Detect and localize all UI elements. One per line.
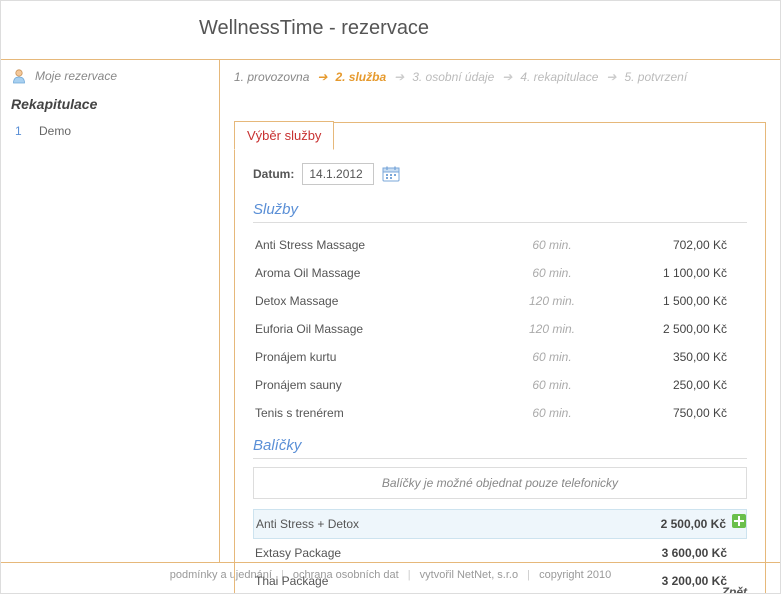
package-row[interactable]: Thai Package 3 200,00 Kč [253,567,747,594]
service-row[interactable]: Aroma Oil Massage60 min.1 100,00 Kč [253,259,747,287]
services-heading: Služby [253,201,747,223]
service-duration: 120 min. [487,319,617,339]
sidebar-recap-list: 1 Demo [1,118,219,140]
breadcrumb-step-2[interactable]: 2. služba [335,70,386,84]
service-row[interactable]: Tenis s trenérem60 min.750,00 Kč [253,399,747,427]
service-row[interactable]: Detox Massage120 min.1 500,00 Kč [253,287,747,315]
sidebar-recap-heading: Rekapitulace [1,92,219,118]
content-area: Moje rezervace Rekapitulace 1 Demo 1. pr… [1,59,780,563]
sidebar-recap-item[interactable]: 1 Demo [15,122,209,140]
main-panel: 1. provozovna ➔ 2. služba ➔ 3. osobní úd… [220,60,780,562]
chevron-right-icon: ➔ [317,70,327,84]
service-row[interactable]: Anti Stress Massage60 min.702,00 Kč [253,231,747,259]
services-table: Anti Stress Massage60 min.702,00 KčAroma… [253,231,747,427]
service-name: Detox Massage [255,291,487,311]
service-price: 2 500,00 Kč [617,319,727,339]
service-price: 350,00 Kč [617,347,727,367]
service-duration: 120 min. [487,291,617,311]
package-price: 3 600,00 Kč [617,543,727,563]
sidebar-recap-label: Demo [39,122,71,140]
package-price: 2 500,00 Kč [616,514,726,534]
chevron-right-icon: ➔ [606,70,616,84]
service-name: Pronájem sauny [255,375,487,395]
service-name: Anti Stress Massage [255,235,487,255]
back-button[interactable]: Zpět [722,585,747,594]
service-name: Aroma Oil Massage [255,263,487,283]
add-icon[interactable] [732,514,746,528]
service-price: 750,00 Kč [617,403,727,423]
date-row: Datum: [253,163,747,185]
service-duration: 60 min. [487,347,617,367]
service-duration: 60 min. [487,403,617,423]
service-duration: 60 min. [487,235,617,255]
titlebar: WellnessTime - rezervace [1,1,780,59]
service-row[interactable]: Euforia Oil Massage120 min.2 500,00 Kč [253,315,747,343]
service-row[interactable]: Pronájem kurtu60 min.350,00 Kč [253,343,747,371]
my-reservations-label: Moje rezervace [35,69,117,83]
breadcrumb-step-5: 5. potvrzení [624,70,687,84]
service-price: 250,00 Kč [617,375,727,395]
breadcrumb-step-3: 3. osobní údaje [412,70,494,84]
chevron-right-icon: ➔ [502,70,512,84]
page-title: WellnessTime - rezervace [199,17,780,40]
service-price: 702,00 Kč [617,235,727,255]
service-price: 1 100,00 Kč [617,263,727,283]
breadcrumb-step-1[interactable]: 1. provozovna [234,70,309,84]
service-name: Euforia Oil Massage [255,319,487,339]
calendar-icon[interactable] [382,166,400,182]
service-price: 1 500,00 Kč [617,291,727,311]
breadcrumb: 1. provozovna ➔ 2. služba ➔ 3. osobní úd… [220,60,780,96]
package-row[interactable]: Anti Stress + Detox 2 500,00 Kč [253,509,747,539]
service-panel: Výběr služby Datum: [234,122,766,594]
packages-table: Anti Stress + Detox 2 500,00 Kč Extasy Pac… [253,509,747,594]
service-row[interactable]: Pronájem sauny60 min.250,00 Kč [253,371,747,399]
service-duration: 60 min. [487,263,617,283]
my-reservations-link[interactable]: Moje rezervace [1,60,219,92]
app-window: WellnessTime - rezervace Moje rezervace … [0,0,781,594]
service-name: Tenis s trenérem [255,403,487,423]
date-label: Datum: [253,167,294,181]
package-price: 3 200,00 Kč [617,571,727,591]
service-name: Pronájem kurtu [255,347,487,367]
date-input[interactable] [302,163,374,185]
tab-service-select[interactable]: Výběr služby [234,121,334,150]
package-name: Thai Package [255,571,487,591]
package-name: Extasy Package [255,543,487,563]
service-duration: 60 min. [487,375,617,395]
package-name: Anti Stress + Detox [256,514,486,534]
chevron-right-icon: ➔ [394,70,404,84]
sidebar-recap-num: 1 [15,122,25,140]
user-icon [11,68,27,84]
breadcrumb-step-4: 4. rekapitulace [520,70,598,84]
packages-heading: Balíčky [253,437,747,459]
sidebar: Moje rezervace Rekapitulace 1 Demo [1,60,220,562]
package-row[interactable]: Extasy Package 3 600,00 Kč [253,539,747,567]
packages-note: Balíčky je možné objednat pouze telefoni… [253,467,747,499]
panel-body: Datum: [234,122,766,594]
